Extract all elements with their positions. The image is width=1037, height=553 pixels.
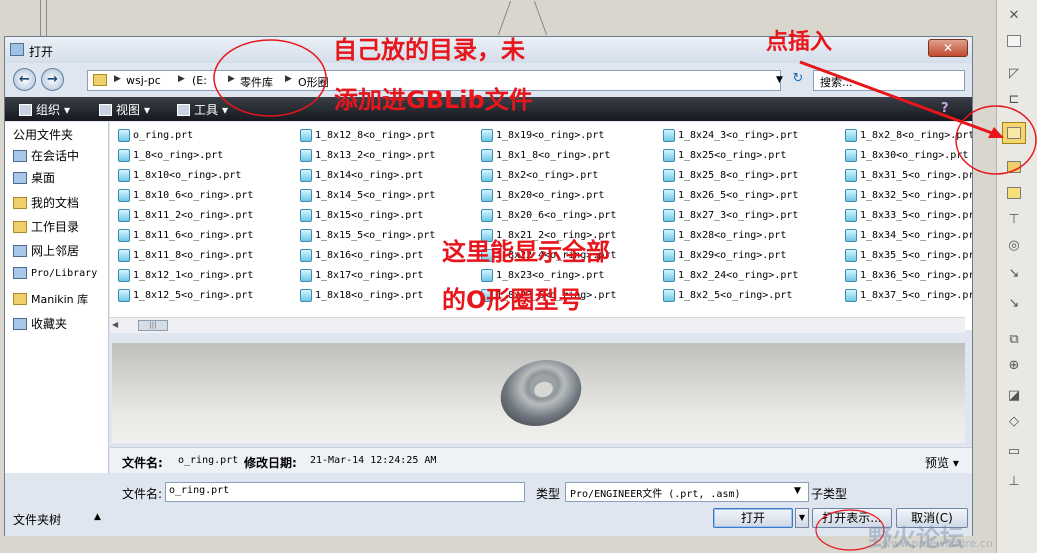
annotation-circle-address <box>213 39 327 117</box>
annotation-insert-hint: 点插入 <box>766 30 833 55</box>
annotation-arrow-line <box>799 60 1001 138</box>
annotation-text-line2: 添加进GBLib文件 <box>334 86 533 114</box>
watermark-url: www.proewildfire.cn <box>882 537 993 550</box>
annotation-text-line1: 自己放的目录，未 <box>333 36 525 64</box>
annotation-middle-line1: 这里能显示全部 <box>442 238 610 266</box>
annotation-middle-line2: 的O形圈型号 <box>442 286 583 314</box>
annotation-circle-insert <box>955 105 1037 175</box>
